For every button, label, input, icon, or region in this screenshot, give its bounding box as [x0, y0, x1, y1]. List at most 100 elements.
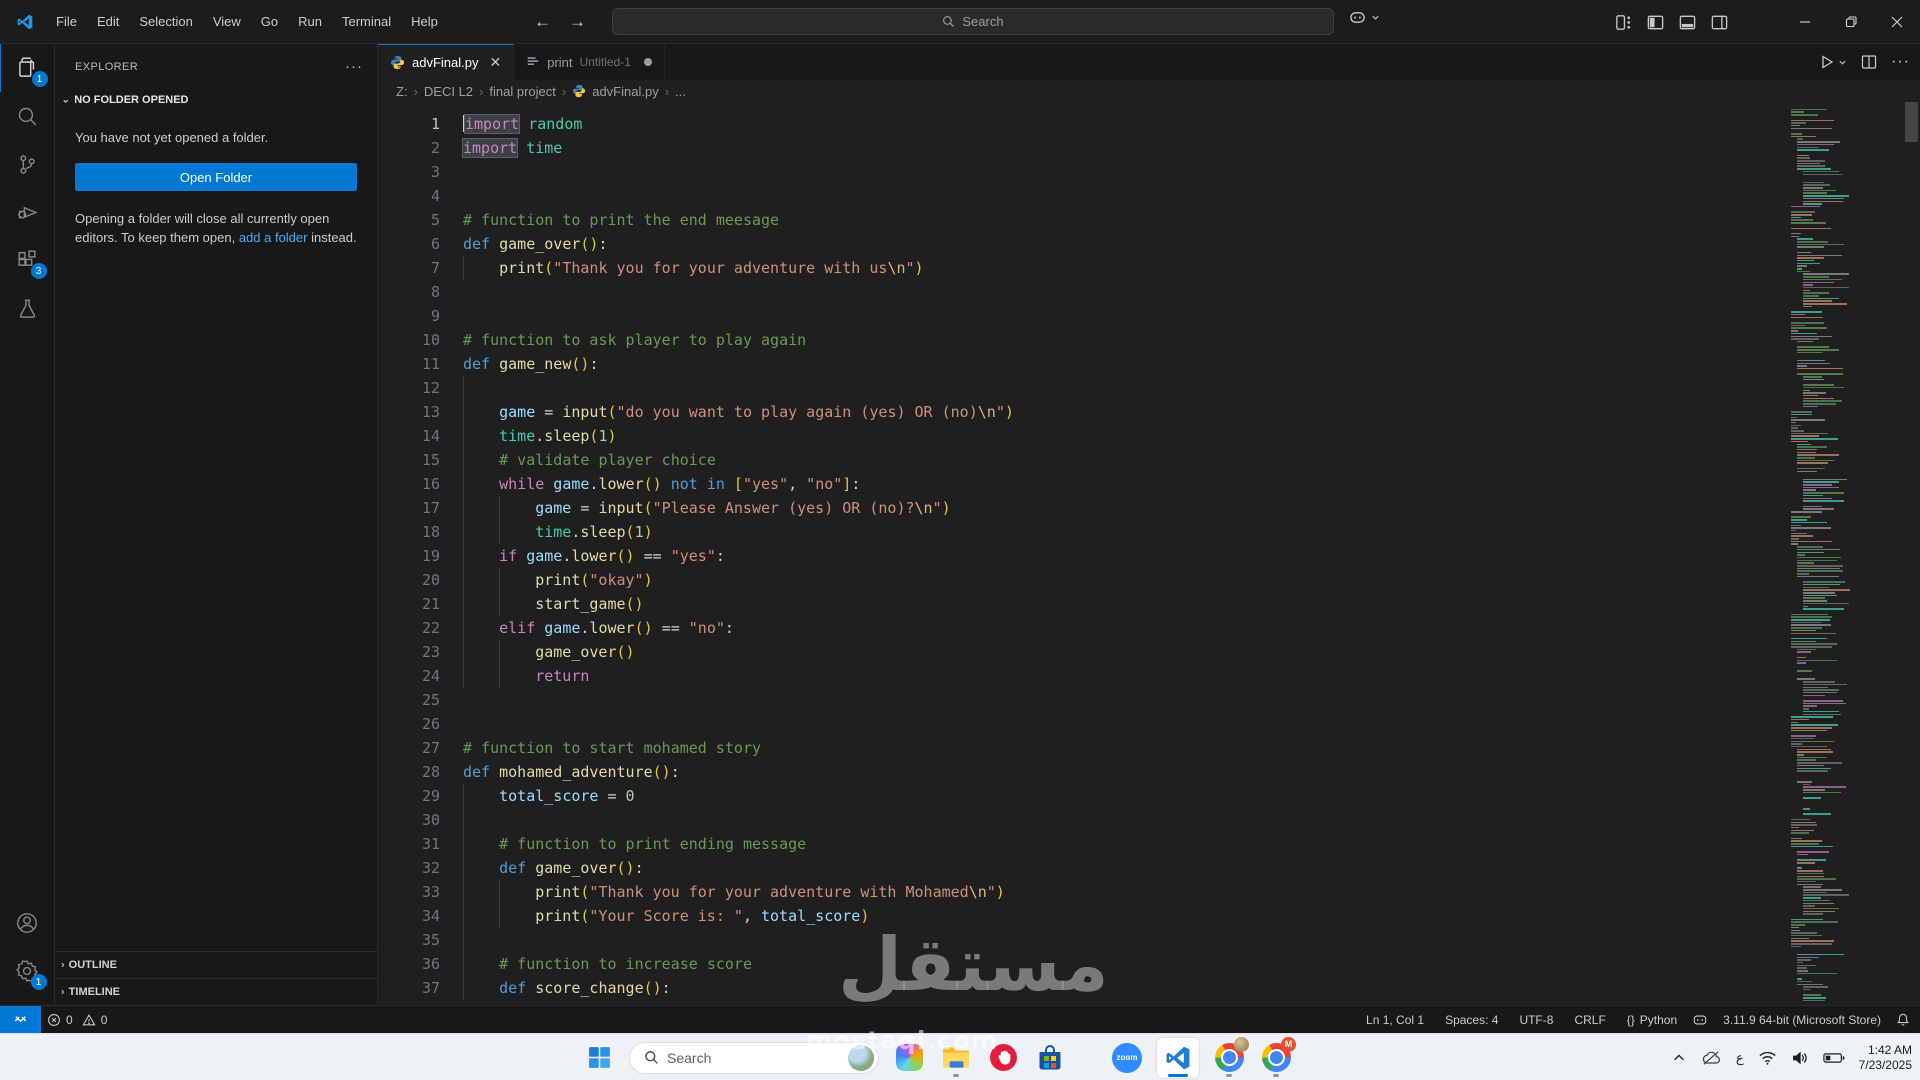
- breadcrumb-folder[interactable]: DECI L2: [424, 84, 473, 99]
- open-folder-button[interactable]: Open Folder: [75, 163, 357, 191]
- code-line[interactable]: [463, 184, 1780, 208]
- tab-print-untitled[interactable]: print Untitled-1: [514, 44, 665, 80]
- start-button[interactable]: [582, 1038, 616, 1078]
- clock[interactable]: 1:42 AM 7/23/2025: [1859, 1043, 1912, 1073]
- code-line[interactable]: # function to start mohamed story: [463, 736, 1780, 760]
- bell-icon[interactable]: [1896, 1012, 1910, 1027]
- code-line[interactable]: start_game(): [463, 592, 1780, 616]
- onedrive-icon[interactable]: [1700, 1049, 1722, 1067]
- code-line[interactable]: def game_over():: [463, 856, 1780, 880]
- code-line[interactable]: time.sleep(1): [463, 424, 1780, 448]
- bing-daily-image[interactable]: [848, 1044, 874, 1071]
- code-line[interactable]: def mohamed_adventure():: [463, 760, 1780, 784]
- breadcrumb-file[interactable]: advFinal.py: [592, 84, 658, 99]
- breadcrumb-folder[interactable]: final project: [489, 84, 555, 99]
- menu-go[interactable]: Go: [251, 14, 288, 29]
- breadcrumb-drive[interactable]: Z:: [396, 84, 408, 99]
- code-line[interactable]: def game_over():: [463, 232, 1780, 256]
- code-line[interactable]: def game_new():: [463, 352, 1780, 376]
- code-line[interactable]: [463, 688, 1780, 712]
- cursor-position[interactable]: Ln 1, Col 1: [1360, 1013, 1430, 1027]
- code-line[interactable]: game_over(): [463, 640, 1780, 664]
- code-line[interactable]: game = input("Please Answer (yes) OR (no…: [463, 496, 1780, 520]
- zoom-app-button[interactable]: zoom: [1110, 1038, 1144, 1078]
- code-line[interactable]: print("Thank you for your adventure with…: [463, 256, 1780, 280]
- account-button[interactable]: [0, 899, 55, 947]
- code-line[interactable]: print("Thank you for your adventure with…: [463, 880, 1780, 904]
- code-lines[interactable]: import random import time # function to pr…: [463, 112, 1780, 1000]
- taskbar-search[interactable]: Search: [629, 1041, 879, 1074]
- code-line[interactable]: elif game.lower() == "no":: [463, 616, 1780, 640]
- close-button[interactable]: [1874, 0, 1920, 44]
- customize-layout-icon[interactable]: [1614, 13, 1633, 32]
- battery-icon[interactable]: [1822, 1052, 1845, 1064]
- code-line[interactable]: import random: [463, 112, 1780, 136]
- toggle-panel-icon[interactable]: [1678, 13, 1697, 32]
- microsoft-store-button[interactable]: [1033, 1038, 1067, 1078]
- tab-advfinal[interactable]: advFinal.py ✕: [378, 44, 515, 80]
- copilot-app-button[interactable]: [892, 1038, 926, 1078]
- indentation[interactable]: Spaces: 4: [1439, 1013, 1504, 1027]
- code-editor[interactable]: 1 2 3 4 5 6 7 8 9 10 11 12 13 14 15 16 17 18 19 20 21 22 23 24 2…: [378, 102, 1920, 1005]
- split-editor-icon[interactable]: [1861, 54, 1877, 70]
- remote-indicator[interactable]: [0, 1006, 41, 1033]
- language-mode[interactable]: {} Python: [1621, 1013, 1683, 1027]
- code-line[interactable]: [463, 808, 1780, 832]
- code-line[interactable]: return: [463, 664, 1780, 688]
- chrome-profile2-button[interactable]: M: [1259, 1036, 1296, 1078]
- settings-button[interactable]: 1: [0, 947, 55, 995]
- vscode-taskbar-button[interactable]: [1157, 1037, 1199, 1078]
- menu-view[interactable]: View: [203, 14, 251, 29]
- tray-chevron-up-icon[interactable]: [1672, 1051, 1686, 1065]
- code-line[interactable]: # function to increase score: [463, 952, 1780, 976]
- code-line[interactable]: import time: [463, 136, 1780, 160]
- problems-indicator[interactable]: 0 0: [41, 1013, 113, 1027]
- code-line[interactable]: game = input("do you want to play again …: [463, 400, 1780, 424]
- menu-edit[interactable]: Edit: [87, 14, 129, 29]
- menu-file[interactable]: File: [46, 14, 87, 29]
- encoding[interactable]: UTF-8: [1513, 1013, 1559, 1027]
- code-line[interactable]: total_score = 0: [463, 784, 1780, 808]
- sidebar-item-source-control[interactable]: [0, 140, 55, 188]
- file-explorer-button[interactable]: [939, 1038, 973, 1078]
- modified-dot-icon[interactable]: [643, 58, 652, 66]
- code-line[interactable]: def score_change():: [463, 976, 1780, 1000]
- robot-icon[interactable]: [1692, 1013, 1708, 1027]
- add-folder-link[interactable]: add a folder: [239, 230, 308, 245]
- code-line[interactable]: # function to print the end meesage: [463, 208, 1780, 232]
- code-line[interactable]: [463, 376, 1780, 400]
- toggle-secondary-sidebar-icon[interactable]: [1710, 13, 1729, 32]
- code-line[interactable]: while game.lower() not in ["yes", "no"]:: [463, 472, 1780, 496]
- copilot-button[interactable]: [1348, 9, 1380, 26]
- chrome-profile1-button[interactable]: [1212, 1036, 1249, 1078]
- sidebar-item-run-debug[interactable]: [0, 188, 55, 236]
- code-line[interactable]: [463, 280, 1780, 304]
- sidebar-item-search[interactable]: [0, 92, 55, 140]
- code-line[interactable]: print("okay"): [463, 568, 1780, 592]
- wifi-icon[interactable]: [1758, 1050, 1777, 1066]
- back-icon[interactable]: ←: [534, 12, 551, 32]
- sidebar-item-explorer[interactable]: 1: [0, 44, 56, 92]
- menu-selection[interactable]: Selection: [129, 14, 202, 29]
- run-python-button[interactable]: [1819, 54, 1847, 70]
- menu-run[interactable]: Run: [288, 14, 332, 29]
- timeline-section[interactable]: › TIMELINE: [55, 978, 377, 1005]
- keyboard-language-indicator[interactable]: ع: [1736, 1050, 1744, 1066]
- minimize-button[interactable]: [1782, 0, 1828, 44]
- minimap[interactable]: [1788, 102, 1850, 1005]
- more-actions-icon[interactable]: ···: [1891, 53, 1910, 71]
- code-line[interactable]: # function to ask player to play again: [463, 328, 1780, 352]
- code-line[interactable]: [463, 160, 1780, 184]
- sidebar-item-extensions[interactable]: 3: [0, 236, 55, 284]
- menu-help[interactable]: Help: [401, 14, 448, 29]
- code-line[interactable]: print("Your Score is: ", total_score): [463, 904, 1780, 928]
- sidebar-more-actions-icon[interactable]: ···: [345, 58, 363, 75]
- code-line[interactable]: [463, 712, 1780, 736]
- outline-section[interactable]: › OUTLINE: [55, 951, 377, 978]
- menu-terminal[interactable]: Terminal: [332, 14, 401, 29]
- restore-button[interactable]: [1828, 0, 1874, 44]
- close-tab-icon[interactable]: ✕: [489, 54, 501, 71]
- python-interpreter[interactable]: 3.11.9 64-bit (Microsoft Store): [1717, 1013, 1887, 1027]
- sidebar-item-testing[interactable]: [0, 284, 55, 332]
- eol-sequence[interactable]: CRLF: [1568, 1013, 1611, 1027]
